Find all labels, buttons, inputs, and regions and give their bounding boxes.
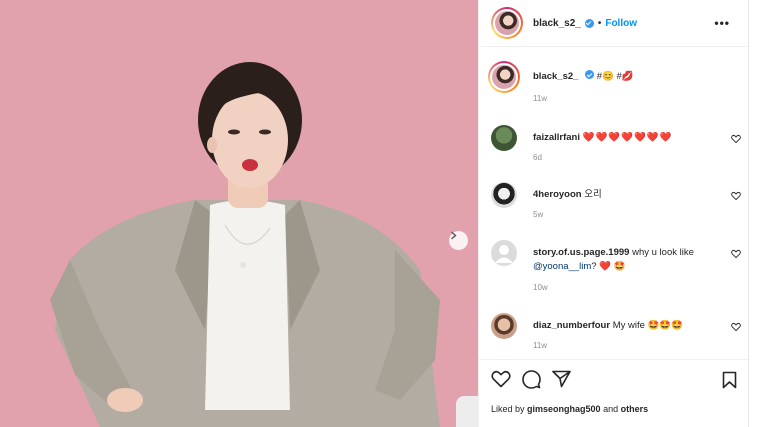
- heart-icon[interactable]: [491, 370, 511, 388]
- caption-text: #😊 #💋: [596, 71, 634, 82]
- comment-username[interactable]: faizallrfani: [533, 132, 580, 143]
- comments-list: black_s2_ #😊 #💋 11w faizallrfani ❤️❤️❤️❤…: [479, 48, 749, 358]
- next-photo-button[interactable]: [449, 231, 468, 250]
- comment-time[interactable]: 6d: [533, 153, 542, 162]
- bookmark-icon: [722, 371, 737, 389]
- header-separator: •: [597, 17, 602, 29]
- chevron-right-icon: [451, 231, 457, 240]
- post-header: black_s2_ • Follow •••: [479, 0, 748, 47]
- comment-time[interactable]: 5w: [533, 210, 543, 219]
- comment-icon[interactable]: [522, 370, 541, 389]
- likes-summary: Liked by gimseonghag500 and others: [491, 404, 648, 414]
- caption-username[interactable]: black_s2_: [533, 71, 578, 82]
- verified-icon: [584, 18, 594, 28]
- comment-avatar[interactable]: [491, 125, 517, 151]
- comment-text-after: ? ❤️ 🤩: [591, 261, 626, 272]
- follow-button[interactable]: Follow: [605, 18, 637, 29]
- more-icon[interactable]: •••: [714, 16, 730, 30]
- comment-username[interactable]: diaz_numberfour: [533, 320, 610, 331]
- post-photo[interactable]: [0, 0, 478, 427]
- default-avatar-icon: [495, 245, 513, 263]
- action-bar: [491, 370, 571, 389]
- photo-illustration: [50, 62, 440, 427]
- comment-avatar[interactable]: [491, 182, 517, 208]
- likes-others[interactable]: others: [621, 404, 649, 414]
- heart-icon[interactable]: [731, 134, 741, 144]
- comment-text: 오리: [584, 189, 602, 200]
- comment-username[interactable]: story.of.us.page.1999: [533, 247, 629, 258]
- comment-text: ❤️❤️❤️❤️❤️❤️❤️: [582, 132, 673, 143]
- caption-avatar[interactable]: [488, 61, 520, 93]
- save-button[interactable]: [722, 371, 737, 389]
- author-avatar[interactable]: [491, 7, 523, 39]
- comment-username[interactable]: 4heroyoon: [533, 189, 582, 200]
- likes-joiner: and: [603, 404, 619, 414]
- comment-text-before: why u look like: [632, 247, 694, 258]
- likes-prefix: Liked by: [491, 404, 525, 414]
- likes-user[interactable]: gimseonghag500: [527, 404, 601, 414]
- comment-time[interactable]: 11w: [533, 341, 547, 350]
- comment-text: My wife 🤩🤩🤩: [612, 320, 684, 331]
- post-footer: Liked by gimseonghag500 and others: [479, 359, 749, 427]
- share-icon[interactable]: [552, 370, 571, 388]
- heart-icon[interactable]: [731, 322, 741, 332]
- author-username[interactable]: black_s2_: [533, 18, 581, 29]
- post-side-panel: black_s2_ • Follow ••• black_s2_ #😊 #💋 1…: [478, 0, 749, 427]
- comment-mention[interactable]: @yoona__lim: [533, 261, 591, 272]
- verified-icon: [585, 70, 595, 79]
- window-edge: [748, 0, 759, 427]
- heart-icon[interactable]: [731, 191, 741, 201]
- heart-icon[interactable]: [731, 249, 741, 259]
- adjacent-image-peek: [456, 396, 478, 427]
- comment-avatar[interactable]: [491, 313, 517, 339]
- comment-avatar[interactable]: [491, 240, 517, 266]
- comment-time[interactable]: 10w: [533, 283, 548, 292]
- caption-time[interactable]: 11w: [533, 94, 547, 103]
